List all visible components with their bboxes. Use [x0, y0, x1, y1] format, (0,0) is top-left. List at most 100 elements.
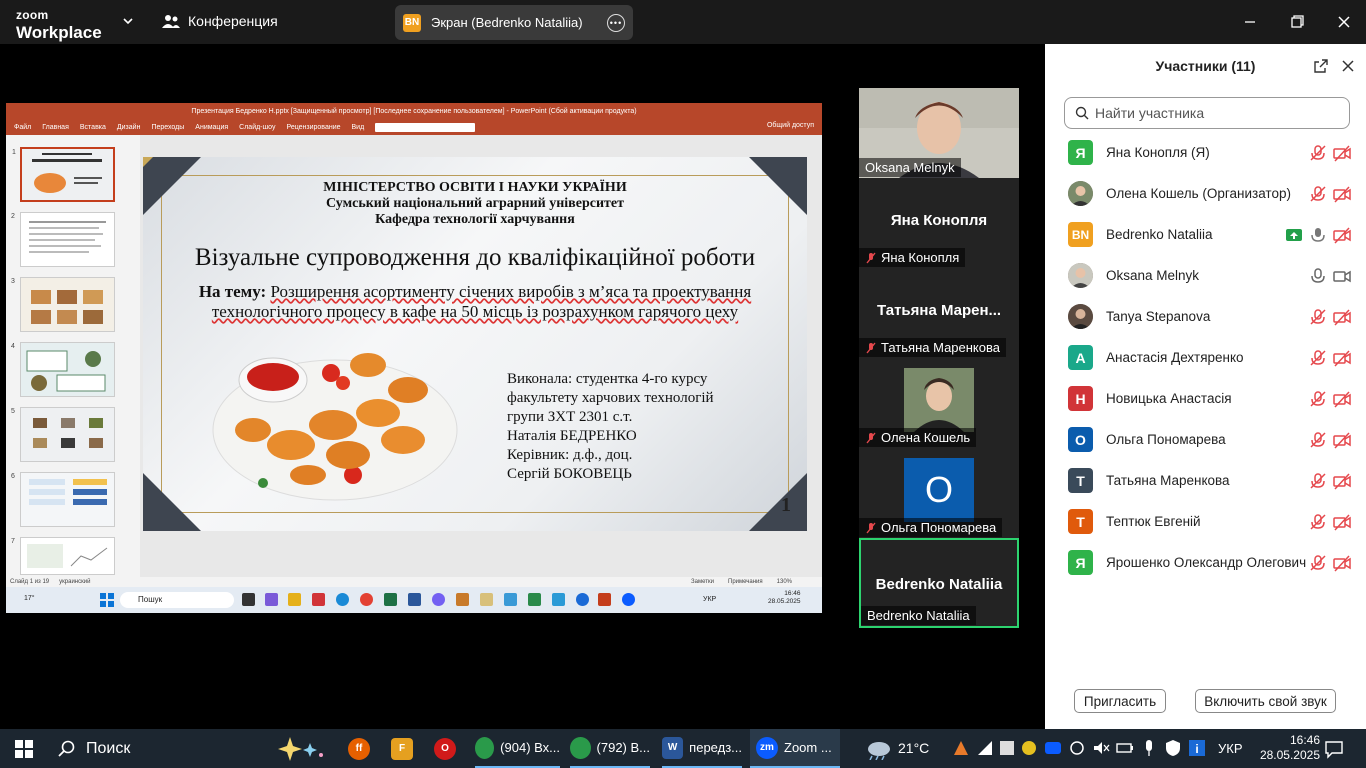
taskbar-app-opera[interactable]: O [434, 729, 456, 768]
video-tile-active-speaker[interactable]: Bedrenko Nataliia Bedrenko Nataliia [859, 538, 1019, 628]
taskbar-app-zoom[interactable]: zm Zoom ... [750, 729, 840, 768]
tab-transitions[interactable]: Переходы [151, 124, 184, 131]
app-icon[interactable] [312, 593, 325, 606]
mic-muted-icon[interactable] [1309, 554, 1327, 572]
video-icon[interactable] [1333, 267, 1351, 285]
video-tile[interactable]: О Ольга Пономарева [859, 448, 1019, 538]
app-tray-icon[interactable] [1020, 739, 1038, 757]
taskbar-app-firefox[interactable]: ff [348, 729, 370, 768]
tab-home[interactable]: Главная [42, 124, 69, 131]
slide-thumbnail[interactable]: 2 [11, 212, 115, 267]
mic-muted-icon[interactable] [1309, 390, 1327, 408]
more-options-icon[interactable]: ••• [607, 13, 625, 32]
video-tile[interactable]: Татьяна Марен... Татьяна Маренкова [859, 268, 1019, 358]
notes-button[interactable]: Заметки [691, 579, 714, 585]
taskbar-app-word[interactable]: Wпередз... [662, 729, 742, 768]
video-off-icon[interactable] [1333, 513, 1351, 531]
participant-row[interactable]: Я Ярошенко Олександр Олегович [1045, 542, 1366, 583]
taskbar-app-chrome-2[interactable]: (792) В... [570, 729, 650, 768]
tab-view[interactable]: Вид [352, 124, 365, 131]
taskbar-app-chrome-1[interactable]: (904) Вх... [475, 729, 560, 768]
participant-row[interactable]: Олена Кошель (Организатор) [1045, 173, 1366, 214]
volume-muted-icon[interactable] [1092, 739, 1110, 757]
word-icon[interactable] [408, 593, 421, 606]
close-icon[interactable] [1332, 10, 1356, 34]
mic-muted-icon[interactable] [1309, 513, 1327, 531]
input-language[interactable]: УКР [1218, 741, 1243, 756]
info-icon[interactable]: i [1188, 739, 1206, 757]
screen-share-indicator[interactable]: BN Экран (Bedrenko Nataliia) ••• [395, 5, 633, 40]
share-button[interactable]: Общий доступ [767, 122, 814, 129]
tab-slideshow[interactable]: Слайд-шоу [239, 124, 275, 131]
slide-thumbnail[interactable]: 5 [11, 407, 115, 462]
shield-icon[interactable] [1164, 739, 1182, 757]
chrome-icon[interactable] [576, 593, 589, 606]
participant-row[interactable]: О Ольга Пономарева [1045, 419, 1366, 460]
mic-muted-icon[interactable] [1309, 308, 1327, 326]
unmute-button[interactable]: Включить свой звук [1195, 689, 1336, 713]
participant-row[interactable]: Я Яна Конопля (Я) [1045, 132, 1366, 173]
mic-muted-icon[interactable] [1309, 185, 1327, 203]
mic-muted-icon[interactable] [1309, 472, 1327, 490]
video-off-icon[interactable] [1333, 390, 1351, 408]
zoom-app-icon[interactable] [622, 593, 635, 606]
app-icon[interactable] [456, 593, 469, 606]
video-off-icon[interactable] [1333, 554, 1351, 572]
participant-row[interactable]: Т Тептюк Евгеній [1045, 501, 1366, 542]
folder-icon[interactable] [288, 593, 301, 606]
slide-thumbnail[interactable]: 1 [12, 147, 115, 202]
edge-icon[interactable] [336, 593, 349, 606]
battery-icon[interactable] [1116, 739, 1134, 757]
chrome-icon[interactable] [360, 593, 373, 606]
close-panel-icon[interactable] [1340, 58, 1356, 74]
comments-button[interactable]: Примечания [728, 579, 763, 585]
minimize-icon[interactable] [1238, 10, 1262, 34]
ribbon-search-box[interactable] [375, 122, 476, 132]
tab-file[interactable]: Файл [14, 124, 31, 131]
zoom-tray-icon[interactable] [1044, 739, 1062, 757]
viber-icon[interactable] [432, 593, 445, 606]
mic-muted-icon[interactable] [1309, 349, 1327, 367]
video-off-icon[interactable] [1333, 472, 1351, 490]
video-tile[interactable]: Олена Кошель [859, 358, 1019, 448]
tab-insert[interactable]: Вставка [80, 124, 106, 131]
video-off-icon[interactable] [1333, 185, 1351, 203]
app-icon[interactable] [552, 593, 565, 606]
windows-start-icon[interactable] [100, 593, 114, 607]
app-tray-icon[interactable] [998, 739, 1016, 757]
video-off-icon[interactable] [1333, 308, 1351, 326]
remote-search-box[interactable]: Пошук [120, 592, 234, 608]
app-icon[interactable] [265, 593, 278, 606]
app-icon[interactable] [504, 593, 517, 606]
participant-row[interactable]: Oksana Melnyk [1045, 255, 1366, 296]
slide-thumbnail[interactable]: 4 [11, 342, 115, 397]
tab-animation[interactable]: Анимация [195, 124, 228, 131]
microphone-icon[interactable] [1140, 739, 1158, 757]
system-clock[interactable]: 16:46 28.05.2025 [1260, 733, 1320, 763]
tab-review[interactable]: Рецензирование [286, 124, 340, 131]
app-icon[interactable] [480, 593, 493, 606]
participant-row[interactable]: Т Татьяна Маренкова [1045, 460, 1366, 501]
current-slide[interactable]: МІНІСТЕРСТВО ОСВІТИ І НАУКИ УКРАЇНИ Сумс… [143, 157, 807, 531]
taskbar-search[interactable]: Поиск [50, 729, 130, 768]
slide-thumbnail[interactable]: 3 [11, 277, 115, 332]
video-off-icon[interactable] [1333, 226, 1351, 244]
video-off-icon[interactable] [1333, 349, 1351, 367]
meeting-info-button[interactable]: Конференция [162, 13, 278, 29]
mic-muted-icon[interactable] [1309, 431, 1327, 449]
taskbar-app-folder[interactable]: F [391, 729, 413, 768]
mic-icon[interactable] [1309, 267, 1327, 285]
network-icon[interactable] [976, 739, 994, 757]
video-off-icon[interactable] [1333, 431, 1351, 449]
video-tile[interactable]: Oksana Melnyk [859, 88, 1019, 178]
pop-out-icon[interactable] [1313, 58, 1329, 74]
notification-icon[interactable] [1324, 739, 1344, 759]
excel-icon[interactable] [384, 593, 397, 606]
slide-thumbnail[interactable]: 6 [11, 472, 115, 527]
video-off-icon[interactable] [1333, 144, 1351, 162]
participant-row[interactable]: Tanya Stepanova [1045, 296, 1366, 337]
invite-button[interactable]: Пригласить [1074, 689, 1166, 713]
windows-start-icon[interactable] [15, 740, 33, 758]
participant-search-input[interactable]: Найти участника [1064, 97, 1350, 129]
zoom-level[interactable]: 130% [777, 579, 792, 585]
